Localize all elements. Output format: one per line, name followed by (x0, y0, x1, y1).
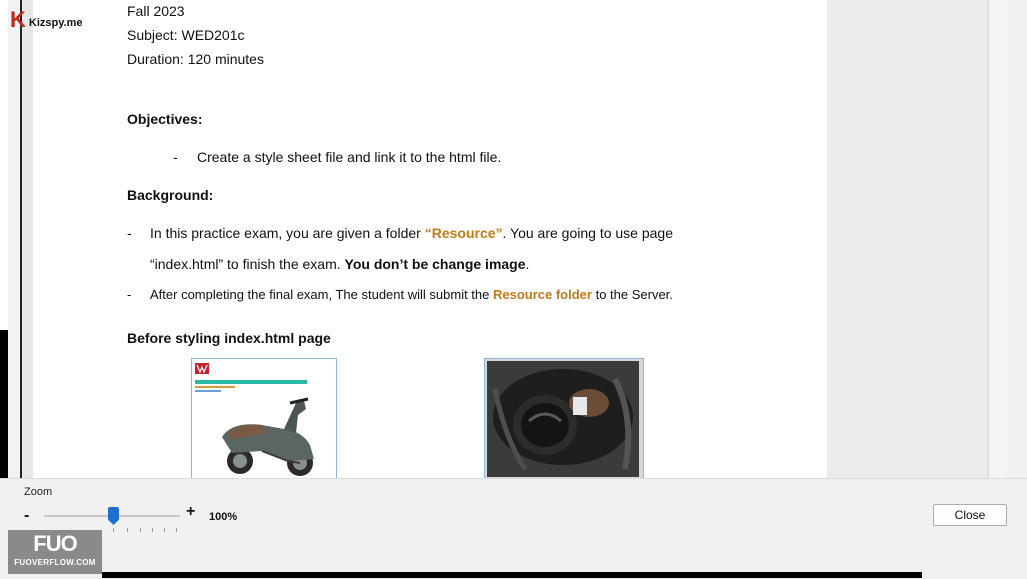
objectives-heading: Objectives: (127, 111, 203, 127)
bg1-bullet: - (127, 225, 132, 241)
viewer-margin (8, 0, 20, 478)
before-styling-heading: Before styling index.html page (127, 330, 331, 346)
fuo-site-text: FUOVERFLOW.COM (14, 558, 96, 567)
bg2-text-b: to the Server. (591, 287, 673, 302)
zoom-out-button[interactable]: - (24, 507, 29, 525)
zoom-panel: Zoom - + 100% Close (0, 478, 1027, 579)
bg1-text-b: . You are going to use page (502, 225, 673, 241)
fuoverflow-watermark: FUO FUOVERFLOW.COM (8, 530, 102, 574)
vertical-rule (20, 0, 22, 478)
honda-logo-icon (195, 363, 209, 374)
zoom-slider-thumb[interactable] (108, 507, 119, 525)
bg1-text-a: In this practice exam, you are given a f… (150, 225, 425, 241)
objective-1: Create a style sheet file and link it to… (197, 149, 502, 165)
background-heading: Background: (127, 187, 214, 203)
objective-bullet: - (173, 149, 178, 165)
storage-photo (485, 359, 643, 478)
bg1-line1: In this practice exam, you are given a f… (150, 225, 673, 241)
document-page: Fall 2023 Subject: WED201c Duration: 120… (33, 0, 827, 478)
viewer-right-gutter (827, 0, 987, 478)
term-line: Fall 2023 (127, 3, 185, 19)
subject-line: Subject: WED201c (127, 27, 245, 43)
bottom-black-edge (102, 572, 922, 578)
bg1-line2-text: “index.html” to finish the exam. (150, 256, 345, 272)
kizspy-text: Kizspy.me (28, 17, 83, 29)
vertical-scrollbar[interactable] (988, 0, 1008, 478)
bg1-line2: “index.html” to finish the exam. You don… (150, 256, 529, 272)
before-styling-screenshot (191, 358, 337, 478)
zoom-in-button[interactable]: + (186, 503, 195, 521)
kizspy-logo: K Kizspy.me (10, 9, 82, 31)
bg2-text-a: After completing the final exam, The stu… (150, 287, 493, 302)
slider-tick (176, 528, 177, 532)
bg1-line2-bold: You don’t be change image (344, 256, 526, 272)
bg1-line2-end: . (525, 256, 530, 272)
close-button[interactable]: Close (933, 504, 1007, 526)
slider-tick (140, 528, 141, 532)
slider-tick (164, 528, 165, 532)
right-edge (1007, 0, 1027, 478)
bg2-line: After completing the final exam, The stu… (150, 287, 673, 302)
fuo-logo-text: FUO (33, 531, 77, 556)
left-edge (0, 0, 8, 330)
under-seat-storage-image (484, 358, 644, 478)
duration-line: Duration: 120 minutes (127, 51, 264, 67)
document-viewer[interactable]: Fall 2023 Subject: WED201c Duration: 120… (0, 0, 1027, 478)
slider-tick (152, 528, 153, 532)
resource-folder-highlight: Resource folder (492, 287, 592, 302)
slider-tick (127, 528, 128, 532)
kizspy-k-icon: K (10, 7, 26, 32)
zoom-label: Zoom (24, 486, 53, 498)
slider-tick (113, 528, 114, 532)
scooter-page-image (192, 359, 336, 478)
bg2-bullet: - (127, 287, 132, 302)
resource-highlight: “Resource” (424, 225, 503, 241)
zoom-percentage: 100% (209, 511, 238, 523)
